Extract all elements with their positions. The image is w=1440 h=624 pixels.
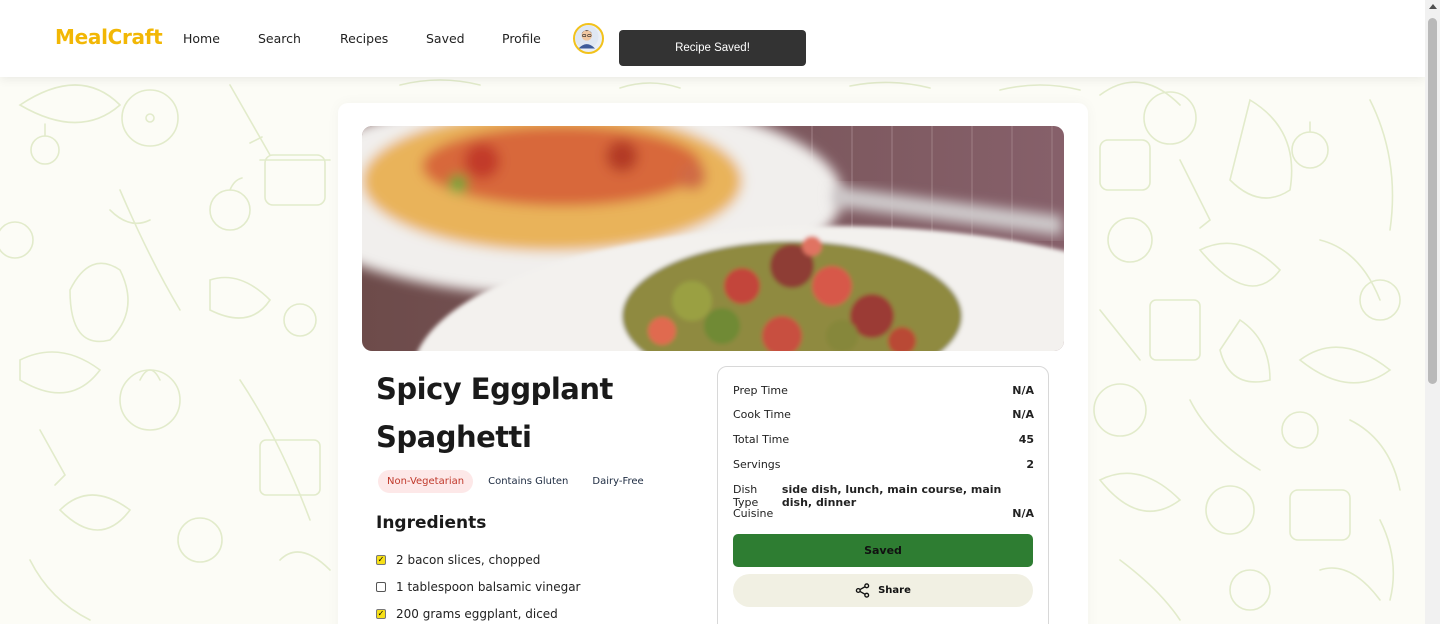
servings-value: 2 — [1026, 458, 1034, 471]
dish-type-label: Dish Type — [733, 483, 759, 509]
nav-home[interactable]: Home — [183, 31, 220, 46]
cuisine-label: Cuisine — [733, 507, 774, 520]
ingredient-text: 2 bacon slices, chopped — [396, 552, 541, 567]
nav-search[interactable]: Search — [258, 31, 301, 46]
ingredient-checkbox[interactable] — [376, 608, 386, 619]
scroll-thumb[interactable] — [1428, 18, 1437, 384]
ingredient-text: 1 tablespoon balsamic vinegar — [396, 579, 581, 594]
cuisine-row: Cuisine N/A — [733, 507, 1034, 520]
prep-time-value: N/A — [1012, 384, 1034, 397]
total-time-label: Total Time — [733, 433, 790, 446]
total-time-value: 45 — [1018, 433, 1034, 446]
tag-non-vegetarian: Non-Vegetarian — [378, 470, 474, 493]
servings-label: Servings — [733, 458, 781, 471]
nav-saved[interactable]: Saved — [426, 31, 465, 46]
avatar[interactable] — [573, 23, 604, 54]
servings-row: Servings 2 — [733, 458, 1034, 471]
diet-tags: Non-Vegetarian Contains Gluten Dairy-Fre… — [378, 470, 653, 493]
cook-time-row: Cook Time N/A — [733, 408, 1034, 421]
recipe-info-panel: Prep Time N/A Cook Time N/A Total Time 4… — [717, 366, 1049, 624]
recipe-card: Spicy Eggplant Spaghetti Non-Vegetarian … — [338, 103, 1088, 624]
ingredient-checkbox[interactable] — [376, 554, 386, 565]
share-button[interactable]: Share — [733, 574, 1033, 607]
tag-contains-gluten: Contains Gluten — [488, 476, 569, 487]
tag-dairy-free: Dairy-Free — [592, 476, 644, 487]
ingredient-checkbox[interactable] — [376, 581, 386, 592]
recipe-hero-image — [362, 126, 1064, 351]
cook-time-label: Cook Time — [733, 408, 791, 421]
prep-time-label: Prep Time — [733, 384, 788, 397]
top-navbar: MealCraft Home Search Recipes Saved Prof… — [0, 0, 1425, 77]
total-time-row: Total Time 45 — [733, 433, 1034, 446]
dish-type-value: side dish, lunch, main course, main dish… — [781, 483, 1002, 509]
nav-recipes[interactable]: Recipes — [340, 31, 388, 46]
ingredient-text: 200 grams eggplant, diced — [396, 606, 558, 621]
ingredients-list: 2 bacon slices, chopped 1 tablespoon bal… — [376, 546, 581, 624]
scroll-up-arrow-icon[interactable] — [1429, 4, 1437, 9]
list-item: 200 grams eggplant, diced — [376, 600, 581, 624]
list-item: 2 bacon slices, chopped — [376, 546, 581, 573]
user-avatar-icon — [575, 25, 599, 49]
recipe-title: Spicy Eggplant Spaghetti — [376, 372, 613, 454]
list-item: 1 tablespoon balsamic vinegar — [376, 573, 581, 600]
share-button-label: Share — [878, 585, 911, 596]
page-scrollbar[interactable] — [1425, 0, 1440, 624]
nav-profile[interactable]: Profile — [502, 31, 541, 46]
cuisine-value: N/A — [1012, 507, 1034, 520]
cook-time-value: N/A — [1012, 408, 1034, 421]
ingredients-heading: Ingredients — [376, 513, 487, 533]
share-icon — [855, 583, 870, 598]
dish-type-row: Dish Type side dish, lunch, main course,… — [733, 483, 1034, 509]
saved-button[interactable]: Saved — [733, 534, 1033, 567]
prep-time-row: Prep Time N/A — [733, 384, 1034, 397]
brand-logo[interactable]: MealCraft — [55, 25, 163, 49]
toast-notification: Recipe Saved! — [619, 30, 806, 66]
